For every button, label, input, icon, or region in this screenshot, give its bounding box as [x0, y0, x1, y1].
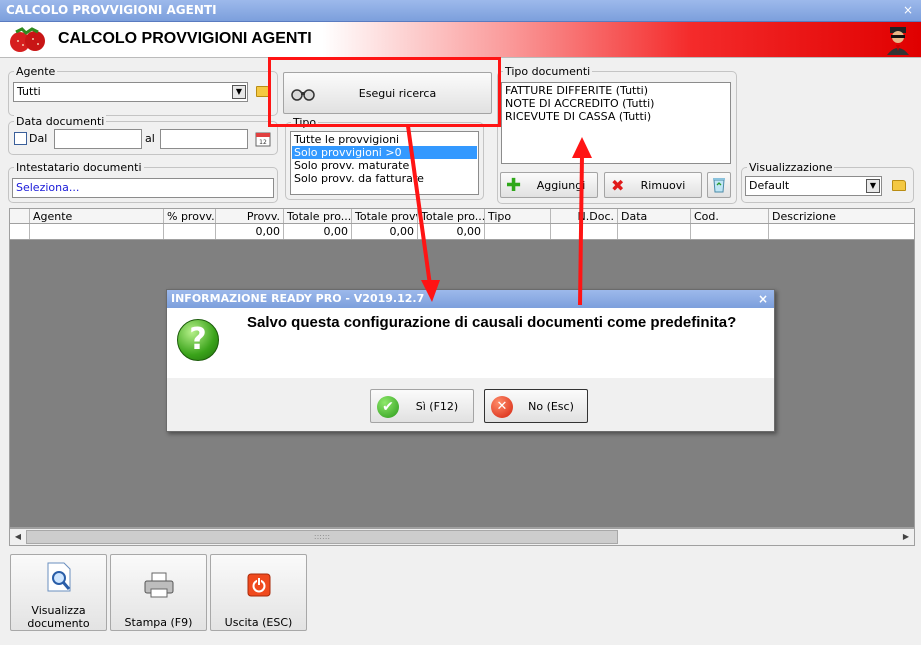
red-cancel-icon: ✕: [491, 396, 513, 418]
intestatario-field[interactable]: Seleziona...: [12, 178, 274, 198]
tipo-listbox[interactable]: Tutte le provvigioni Solo provvigioni >0…: [290, 131, 479, 195]
print-label: Stampa (F9): [124, 616, 193, 629]
visualizza-label-line2: documento: [27, 617, 90, 630]
remove-button-label: Rimuovi: [640, 178, 686, 192]
grid-cell: [618, 224, 691, 239]
tipo-documenti-item[interactable]: NOTE DI ACCREDITO (Tutti): [503, 97, 729, 110]
tipo-item[interactable]: Tutte le provvigioni: [292, 133, 477, 146]
agente-dropdown-button[interactable]: ▼: [232, 85, 246, 99]
tipo-item[interactable]: Solo provv. maturate: [292, 159, 477, 172]
grid-cell: 0,00: [216, 224, 284, 239]
grid-cell: 0,00: [284, 224, 352, 239]
plus-icon: ✚: [506, 175, 522, 196]
agente-combo[interactable]: Tutti: [13, 82, 248, 102]
agent-avatar-icon: [887, 27, 909, 55]
grid-col-header[interactable]: N.Doc.: [551, 209, 618, 223]
tipo-documenti-listbox[interactable]: FATTURE DIFFERITE (Tutti) NOTE DI ACCRED…: [501, 82, 731, 164]
exit-label: Uscita (ESC): [224, 616, 293, 629]
no-button-label: No (Esc): [528, 399, 574, 413]
data-documenti-label: Data documenti: [14, 115, 107, 128]
yes-button-label: Sì (F12): [415, 399, 459, 413]
print-button[interactable]: Stampa (F9): [110, 554, 207, 631]
grid-cell: [691, 224, 769, 239]
grid-col-header[interactable]: Totale pro...: [284, 209, 352, 223]
grid-col-header[interactable]: Totale provv...: [352, 209, 418, 223]
dialog-title: INFORMAZIONE READY PRO - V2019.12.7: [171, 292, 425, 305]
grid-cell: 0,00: [352, 224, 418, 239]
tipo-documenti-item[interactable]: FATTURE DIFFERITE (Tutti): [503, 84, 729, 97]
remove-button[interactable]: ✖ Rimuovi: [604, 172, 702, 198]
clear-list-button[interactable]: [707, 172, 731, 198]
yes-button[interactable]: ✔ Sì (F12): [370, 389, 474, 423]
dal-checkbox[interactable]: [14, 132, 27, 145]
page-title: CALCOLO PROVVIGIONI AGENTI: [58, 30, 312, 47]
strawberry-logo-icon: [10, 27, 45, 52]
grid-cell: [485, 224, 551, 239]
grid-col-header[interactable]: % provv.: [164, 209, 216, 223]
grid-col-header[interactable]: [10, 209, 30, 223]
tipo-documenti-label: Tipo documenti: [503, 65, 593, 78]
question-icon: ?: [177, 319, 219, 361]
tipo-item[interactable]: Solo provv. da fatturare: [292, 172, 477, 185]
grid-cell: [769, 224, 914, 239]
agente-label: Agente: [14, 65, 58, 78]
add-button[interactable]: ✚ Aggiungi: [500, 172, 598, 198]
grid-col-header[interactable]: Cod.: [691, 209, 769, 223]
grid-col-header[interactable]: Data: [618, 209, 691, 223]
red-x-icon: ✖: [611, 176, 625, 195]
grid-cell: [10, 224, 30, 239]
annotation-highlight-box: [268, 57, 501, 127]
table-row[interactable]: 0,00 0,00 0,00 0,00: [9, 224, 915, 240]
al-label: al: [145, 132, 155, 145]
tipo-documenti-item[interactable]: RICEVUTE DI CASSA (Tutti): [503, 110, 729, 123]
dal-label: Dal: [29, 132, 48, 145]
grid-cell: 0,00: [418, 224, 485, 239]
grid-header: Agente % provv. Provv. Totale pro... Tot…: [9, 208, 915, 224]
visualizzazione-combo[interactable]: Default: [745, 176, 882, 196]
visualizzazione-dropdown-button[interactable]: ▼: [866, 179, 880, 193]
exit-button[interactable]: Uscita (ESC): [210, 554, 307, 631]
calendar-icon[interactable]: 12: [255, 131, 271, 147]
window-title: CALCOLO PROVVIGIONI AGENTI: [6, 3, 217, 17]
scroll-left-icon[interactable]: ◀: [10, 529, 26, 545]
al-date-field[interactable]: [160, 129, 248, 149]
grid-col-header[interactable]: Agente: [30, 209, 164, 223]
svg-text:12: 12: [259, 139, 267, 146]
no-button[interactable]: ✕ No (Esc): [484, 389, 588, 423]
visualizzazione-label: Visualizzazione: [747, 161, 835, 174]
info-dialog: INFORMAZIONE READY PRO - V2019.12.7 × ? …: [166, 289, 775, 432]
window-titlebar: CALCOLO PROVVIGIONI AGENTI: [0, 0, 921, 22]
grid-cell: [551, 224, 618, 239]
grid-cell: [164, 224, 216, 239]
tipo-item-selected[interactable]: Solo provvigioni >0: [292, 146, 477, 159]
grid-cell: [30, 224, 164, 239]
dialog-close-button[interactable]: ×: [758, 292, 768, 306]
dialog-message: Salvo questa configurazione di causali d…: [247, 314, 737, 331]
dal-date-field[interactable]: [54, 129, 142, 149]
document-magnifier-icon: [47, 562, 71, 592]
visualizza-label-line1: Visualizza: [31, 604, 86, 617]
visualizza-documento-button[interactable]: Visualizza documento: [10, 554, 107, 631]
visualizzazione-folder-icon[interactable]: [892, 180, 906, 191]
dialog-body: ? Salvo questa configurazione di causali…: [167, 308, 774, 378]
grid-col-header[interactable]: Descrizione: [769, 209, 914, 223]
grid-col-header[interactable]: Totale pro...: [418, 209, 485, 223]
intestatario-label: Intestatario documenti: [14, 161, 144, 174]
grid-col-header[interactable]: Tipo: [485, 209, 551, 223]
add-button-label: Aggiungi: [536, 178, 586, 192]
horizontal-scrollbar[interactable]: ◀ :::::: ▶: [9, 528, 915, 546]
scroll-right-icon[interactable]: ▶: [898, 529, 914, 545]
printer-icon: [144, 572, 174, 598]
green-check-icon: ✔: [377, 396, 399, 418]
power-icon: [247, 573, 271, 597]
scroll-thumb[interactable]: ::::::: [26, 530, 618, 544]
grid-col-header[interactable]: Provv.: [216, 209, 284, 223]
window-close-button[interactable]: ×: [901, 3, 915, 17]
recycle-bin-icon: [713, 178, 725, 193]
dialog-titlebar: INFORMAZIONE READY PRO - V2019.12.7: [167, 290, 774, 308]
